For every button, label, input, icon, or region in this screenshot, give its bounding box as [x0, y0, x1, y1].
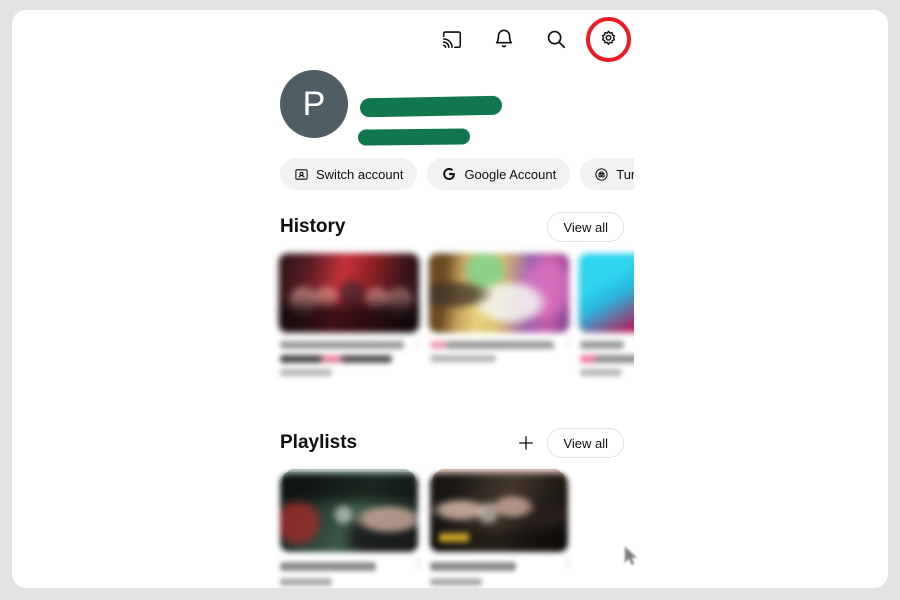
video-title-line: [580, 355, 634, 363]
video-meta: [580, 341, 634, 376]
playlist-privacy-line: [430, 578, 482, 586]
playlist-privacy-line: [280, 578, 332, 586]
history-video-card[interactable]: ⋮: [428, 253, 574, 382]
account-subline: • View channel ›: [364, 98, 461, 116]
separator-dot: •: [369, 99, 374, 114]
video-overflow-menu[interactable]: ⋮: [413, 338, 424, 354]
settings-button[interactable]: [585, 16, 631, 62]
video-overflow-menu[interactable]: ⋮: [563, 338, 574, 354]
account-identity: • View channel ›: [357, 93, 503, 146]
content-column: P • View channel › Switch account Google…: [12, 58, 634, 588]
video-title-line: [430, 341, 554, 349]
plus-icon: [519, 436, 534, 450]
search-icon[interactable]: [541, 24, 571, 54]
chip-switch-account[interactable]: Switch account: [280, 158, 418, 190]
playlist-title-line: [430, 562, 516, 571]
playlists-header: Playlists View all: [280, 426, 624, 460]
playlists-view-all-button[interactable]: View all: [547, 428, 624, 458]
section-playlists: Playlists View all ⋮ ⋮: [280, 426, 634, 586]
google-g-icon: [443, 168, 456, 180]
video-channel-line: [580, 369, 622, 376]
chip-turn-on-incognito-label: Turn on Inco: [616, 166, 634, 182]
history-view-all-button[interactable]: View all: [547, 212, 624, 242]
history-title: History: [280, 216, 346, 237]
app-window: P • View channel › Switch account Google…: [12, 10, 888, 588]
view-channel-text: View channel: [378, 99, 453, 114]
video-title-line: [580, 341, 624, 349]
history-header: History View all: [280, 210, 624, 244]
playlist-meta: ⋮: [280, 559, 424, 586]
video-channel-line: [430, 355, 496, 362]
bell-icon[interactable]: [489, 24, 519, 54]
chip-turn-on-incognito[interactable]: Turn on Inco: [580, 158, 634, 190]
playlists-row: ⋮ Liked videos Private: [280, 469, 634, 586]
playlists-title: Playlists: [280, 432, 358, 453]
chip-google-account[interactable]: Google Account: [427, 158, 571, 190]
redaction-stroke-handle: [357, 127, 471, 146]
video-title-line: [280, 355, 392, 363]
playlist-overflow-menu[interactable]: ⋮: [563, 559, 574, 575]
chevron-right-icon: ›: [456, 99, 461, 114]
video-thumbnail[interactable]: [428, 253, 570, 333]
history-video-card[interactable]: ⋮: [278, 253, 424, 382]
new-playlist-button[interactable]: [509, 426, 543, 460]
video-thumbnail[interactable]: [278, 253, 420, 333]
gear-icon: [601, 30, 615, 45]
account-header: P • View channel ›: [280, 70, 503, 146]
view-channel-link[interactable]: View channel ›: [378, 98, 460, 116]
incognito-icon: [595, 167, 608, 181]
section-history: History View all ⋮ ⋮: [278, 210, 634, 382]
playlist-overflow-menu[interactable]: ⋮: [413, 559, 424, 575]
switch-account-icon: [295, 168, 308, 180]
playlist-thumbnail[interactable]: [280, 474, 418, 552]
playlist-card-watch-later[interactable]: ⋮ Watch Later Private: [430, 469, 574, 586]
video-title-line: [280, 341, 404, 349]
video-meta: ⋮: [280, 338, 424, 376]
video-channel-line: [280, 369, 332, 376]
history-video-card[interactable]: [578, 253, 634, 382]
playlist-card-liked-videos[interactable]: ⋮ Liked videos Private: [280, 469, 424, 586]
video-meta: ⋮: [430, 338, 574, 362]
account-action-chips: Switch account Google Account Turn on In…: [280, 158, 634, 190]
cast-icon[interactable]: [437, 24, 467, 54]
chip-switch-account-label: Switch account: [316, 166, 404, 182]
playlist-thumbnail[interactable]: [430, 474, 568, 552]
chip-google-account-label: Google Account: [464, 166, 557, 182]
avatar[interactable]: P: [280, 70, 348, 138]
playlist-meta: ⋮: [430, 559, 574, 586]
playlist-title-line: [280, 562, 376, 571]
video-thumbnail[interactable]: [578, 253, 634, 333]
history-video-row: ⋮ ⋮: [278, 253, 634, 382]
